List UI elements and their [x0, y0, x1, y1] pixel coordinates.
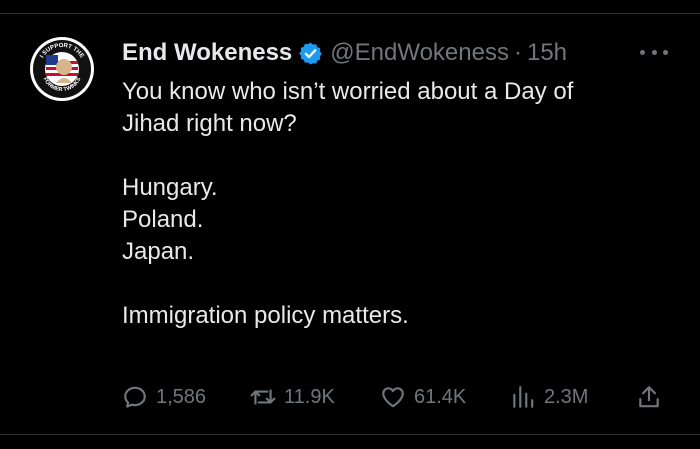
bottom-divider: [0, 434, 700, 435]
retweet-icon: [250, 389, 276, 405]
verified-badge-icon[interactable]: [298, 41, 323, 66]
like-count: 61.4K: [414, 385, 467, 408]
share-button[interactable]: [636, 382, 670, 412]
views-button[interactable]: 2.3M: [510, 382, 588, 412]
views-count: 2.3M: [544, 385, 589, 408]
top-divider: [0, 13, 700, 14]
tweet-line: Poland.: [122, 206, 204, 233]
avatar[interactable]: I SUPPORT THE FORMER TWINKS: [30, 37, 94, 101]
more-options-icon[interactable]: [640, 45, 668, 59]
retweet-button[interactable]: 11.9K: [250, 382, 335, 412]
tweet-line: Jihad right now?: [122, 110, 297, 137]
more-dot: [651, 49, 657, 55]
more-dot: [663, 49, 668, 55]
heart-icon: [382, 387, 404, 408]
tweet-line: Hungary.: [122, 174, 218, 201]
views-chart-icon: [513, 386, 534, 408]
like-button[interactable]: 61.4K: [380, 382, 466, 412]
tweet-actions: 1,586 11.9K 61.4K 2.3M: [122, 382, 670, 412]
reply-count: 1,586: [156, 385, 207, 408]
reply-icon: [124, 386, 146, 408]
author-name[interactable]: End Wokeness: [122, 39, 292, 67]
tweet-header: End Wokeness @EndWokeness · 15h: [122, 38, 567, 68]
tweet-line: Immigration policy matters.: [122, 302, 409, 329]
tweet-line: You know who isn’t worried about a Day o…: [122, 78, 574, 105]
author-handle[interactable]: @EndWokeness: [330, 39, 509, 67]
avatar-badge-icon: I SUPPORT THE FORMER TWINKS: [31, 38, 93, 100]
retweet-count: 11.9K: [284, 385, 335, 408]
reply-button[interactable]: 1,586: [122, 382, 206, 412]
tweet-text: You know who isn’t worried about a Day o…: [122, 76, 662, 332]
tweet-timestamp[interactable]: 15h: [527, 39, 567, 67]
more-dot: [640, 49, 645, 55]
separator-dot: ·: [513, 39, 522, 66]
tweet-line: Japan.: [122, 238, 195, 265]
share-icon: [639, 386, 659, 408]
